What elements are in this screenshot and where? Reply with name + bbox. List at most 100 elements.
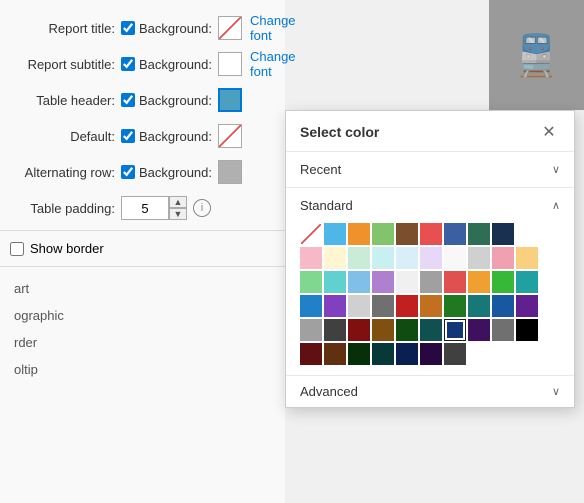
color-cell-27[interactable]: [468, 271, 490, 293]
color-cell-19[interactable]: [516, 247, 538, 269]
color-cell-14[interactable]: [396, 247, 418, 269]
color-cell-0[interactable]: [300, 223, 322, 245]
color-cell-28[interactable]: [492, 271, 514, 293]
default-label: Default:: [10, 129, 115, 144]
table-padding-down[interactable]: ▼: [169, 208, 187, 220]
color-cell-49[interactable]: [516, 319, 538, 341]
color-cell-39[interactable]: [516, 295, 538, 317]
report-subtitle-bg-label: Background:: [139, 57, 212, 72]
sidebar-items: art ographic rder oltip: [0, 275, 285, 383]
color-cell-47[interactable]: [468, 319, 490, 341]
default-bg-label: Background:: [139, 129, 212, 144]
default-row: Default: Background:: [0, 118, 285, 154]
color-cell-35[interactable]: [420, 295, 442, 317]
color-cell-42[interactable]: [348, 319, 370, 341]
picker-advanced-arrow: ∨: [552, 385, 560, 398]
color-cell-5[interactable]: [420, 223, 442, 245]
color-cell-55[interactable]: [420, 343, 442, 365]
color-cell-33[interactable]: [372, 295, 394, 317]
report-subtitle-change-font[interactable]: Change font: [250, 49, 296, 79]
alternating-row-color-box[interactable]: [218, 160, 242, 184]
train-icon: 🚆: [512, 32, 562, 79]
color-cell-20[interactable]: [300, 271, 322, 293]
sidebar-item-art[interactable]: art: [10, 275, 275, 302]
color-cell-10[interactable]: [300, 247, 322, 269]
color-cell-8[interactable]: [492, 223, 514, 245]
color-cell-37[interactable]: [468, 295, 490, 317]
color-cell-44[interactable]: [396, 319, 418, 341]
table-padding-input[interactable]: 5: [121, 196, 169, 220]
sidebar-item-border[interactable]: rder: [10, 329, 275, 356]
table-header-checkbox[interactable]: [121, 93, 135, 107]
color-cell-30[interactable]: [300, 295, 322, 317]
picker-header: Select color ✕: [286, 111, 574, 152]
report-title-color-box[interactable]: [218, 16, 242, 40]
color-cell-32[interactable]: [348, 295, 370, 317]
picker-standard-arrow: ∧: [552, 199, 560, 212]
color-cell-54[interactable]: [396, 343, 418, 365]
color-cell-4[interactable]: [396, 223, 418, 245]
alternating-row-checkbox[interactable]: [121, 165, 135, 179]
color-cell-26[interactable]: [444, 271, 466, 293]
color-cell-1[interactable]: [324, 223, 346, 245]
picker-standard-section: Standard ∧: [286, 188, 574, 375]
default-checkbox-wrap: [121, 129, 135, 143]
color-cell-36[interactable]: [444, 295, 466, 317]
color-cell-3[interactable]: [372, 223, 394, 245]
color-cell-12[interactable]: [348, 247, 370, 269]
picker-recent-section: Recent ∨: [286, 152, 574, 187]
color-cell-11[interactable]: [324, 247, 346, 269]
info-icon[interactable]: i: [193, 199, 211, 217]
color-cell-16[interactable]: [444, 247, 466, 269]
color-cell-41[interactable]: [324, 319, 346, 341]
sidebar-item-tooltip[interactable]: oltip: [10, 356, 275, 383]
report-subtitle-checkbox-wrap: [121, 57, 135, 71]
color-cell-53[interactable]: [372, 343, 394, 365]
alternating-row-row: Alternating row: Background:: [0, 154, 285, 190]
report-title-checkbox[interactable]: [121, 21, 135, 35]
color-cell-40[interactable]: [300, 319, 322, 341]
color-cell-18[interactable]: [492, 247, 514, 269]
default-color-box[interactable]: [218, 124, 242, 148]
color-cell-22[interactable]: [348, 271, 370, 293]
picker-recent-header[interactable]: Recent ∨: [300, 158, 560, 181]
color-cell-56[interactable]: [444, 343, 466, 365]
color-cell-52[interactable]: [348, 343, 370, 365]
color-cell-23[interactable]: [372, 271, 394, 293]
color-cell-38[interactable]: [492, 295, 514, 317]
color-cell-21[interactable]: [324, 271, 346, 293]
table-padding-up[interactable]: ▲: [169, 196, 187, 208]
color-cell-34[interactable]: [396, 295, 418, 317]
color-cell-48[interactable]: [492, 319, 514, 341]
picker-standard-header[interactable]: Standard ∧: [300, 194, 560, 217]
color-cell-9[interactable]: [516, 223, 538, 245]
color-cell-7[interactable]: [468, 223, 490, 245]
picker-advanced-section[interactable]: Advanced ∨: [286, 375, 574, 407]
picker-close-button[interactable]: ✕: [538, 121, 560, 143]
color-cell-2[interactable]: [348, 223, 370, 245]
color-cell-31[interactable]: [324, 295, 346, 317]
report-title-bg-label: Background:: [139, 21, 212, 36]
report-subtitle-color-box[interactable]: [218, 52, 242, 76]
color-cell-24[interactable]: [396, 271, 418, 293]
color-cell-50[interactable]: [300, 343, 322, 365]
color-cell-6[interactable]: [444, 223, 466, 245]
default-checkbox[interactable]: [121, 129, 135, 143]
picker-title: Select color: [300, 124, 379, 140]
report-title-row: Report title: Background: Change font: [0, 10, 285, 46]
color-cell-46[interactable]: [444, 319, 466, 341]
color-cell-13[interactable]: [372, 247, 394, 269]
show-border-checkbox[interactable]: [10, 242, 24, 256]
color-cell-29[interactable]: [516, 271, 538, 293]
sidebar-item-geographic[interactable]: ographic: [10, 302, 275, 329]
color-cell-25[interactable]: [420, 271, 442, 293]
report-subtitle-checkbox[interactable]: [121, 57, 135, 71]
report-title-change-font[interactable]: Change font: [250, 13, 296, 43]
color-cell-45[interactable]: [420, 319, 442, 341]
separator-2: [0, 266, 285, 267]
color-cell-17[interactable]: [468, 247, 490, 269]
color-cell-15[interactable]: [420, 247, 442, 269]
color-cell-51[interactable]: [324, 343, 346, 365]
color-cell-43[interactable]: [372, 319, 394, 341]
table-header-color-box[interactable]: [218, 88, 242, 112]
